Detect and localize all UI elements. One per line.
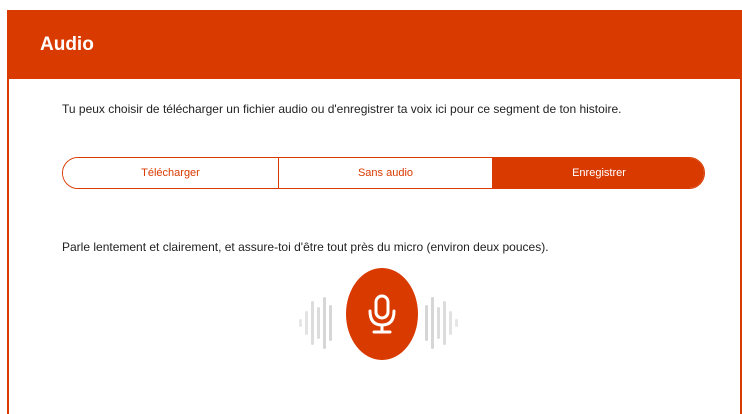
panel-title: Audio	[40, 34, 94, 55]
panel-header: Audio	[9, 10, 740, 79]
sound-wave-right-icon	[425, 297, 458, 349]
audio-mode-selector: Télécharger Sans audio Enregistrer	[62, 157, 705, 189]
audio-panel: Audio Tu peux choisir de télécharger un …	[7, 10, 742, 414]
upload-option[interactable]: Télécharger	[63, 158, 279, 188]
record-option[interactable]: Enregistrer	[492, 158, 704, 188]
intro-text: Tu peux choisir de télécharger un fichie…	[62, 102, 622, 116]
record-button[interactable]	[346, 268, 418, 360]
sound-wave-left-icon	[299, 297, 332, 349]
microphone-icon	[368, 294, 396, 334]
no-audio-option[interactable]: Sans audio	[279, 158, 492, 188]
recording-hint: Parle lentement et clairement, et assure…	[62, 240, 549, 254]
